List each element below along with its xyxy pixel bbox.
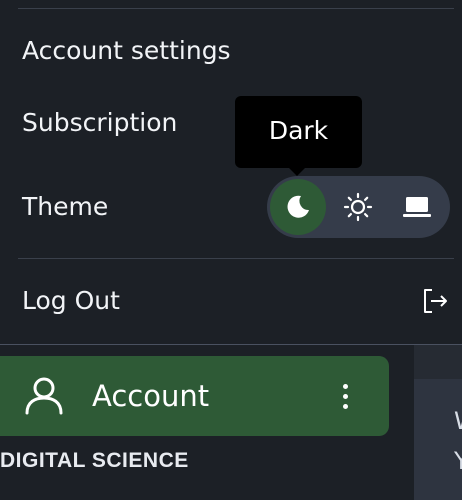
menu-divider — [18, 8, 454, 9]
main-content-header-strip — [414, 345, 462, 379]
user-icon — [25, 377, 63, 415]
account-button[interactable]: Account — [0, 356, 389, 436]
theme-option-dark[interactable] — [270, 179, 326, 235]
main-content-text-line2: Y — [454, 447, 462, 475]
laptop-icon — [403, 197, 431, 217]
account-label: Account — [92, 379, 210, 413]
section-heading: DIGITAL SCIENCE — [0, 449, 189, 472]
more-options-icon[interactable] — [330, 378, 360, 414]
tooltip: Dark — [235, 96, 362, 168]
tooltip-arrow — [288, 167, 306, 176]
sun-icon — [343, 192, 373, 222]
menu-item-subscription[interactable]: Subscription — [22, 105, 177, 141]
tooltip-text: Dark — [268, 116, 329, 145]
theme-option-system[interactable] — [389, 179, 445, 235]
account-menu: Account settings Subscription Theme Log … — [0, 0, 462, 345]
theme-option-light[interactable] — [330, 179, 386, 235]
moon-icon — [287, 195, 309, 218]
theme-label: Theme — [22, 192, 109, 221]
menu-divider — [18, 258, 454, 259]
main-content-peek: W Y — [414, 345, 462, 500]
menu-item-log-out[interactable]: Log Out — [22, 283, 120, 319]
logout-icon[interactable] — [421, 287, 449, 315]
main-content-text-line1: W — [454, 407, 462, 435]
menu-item-account-settings[interactable]: Account settings — [22, 33, 231, 69]
theme-toggle — [267, 176, 450, 238]
